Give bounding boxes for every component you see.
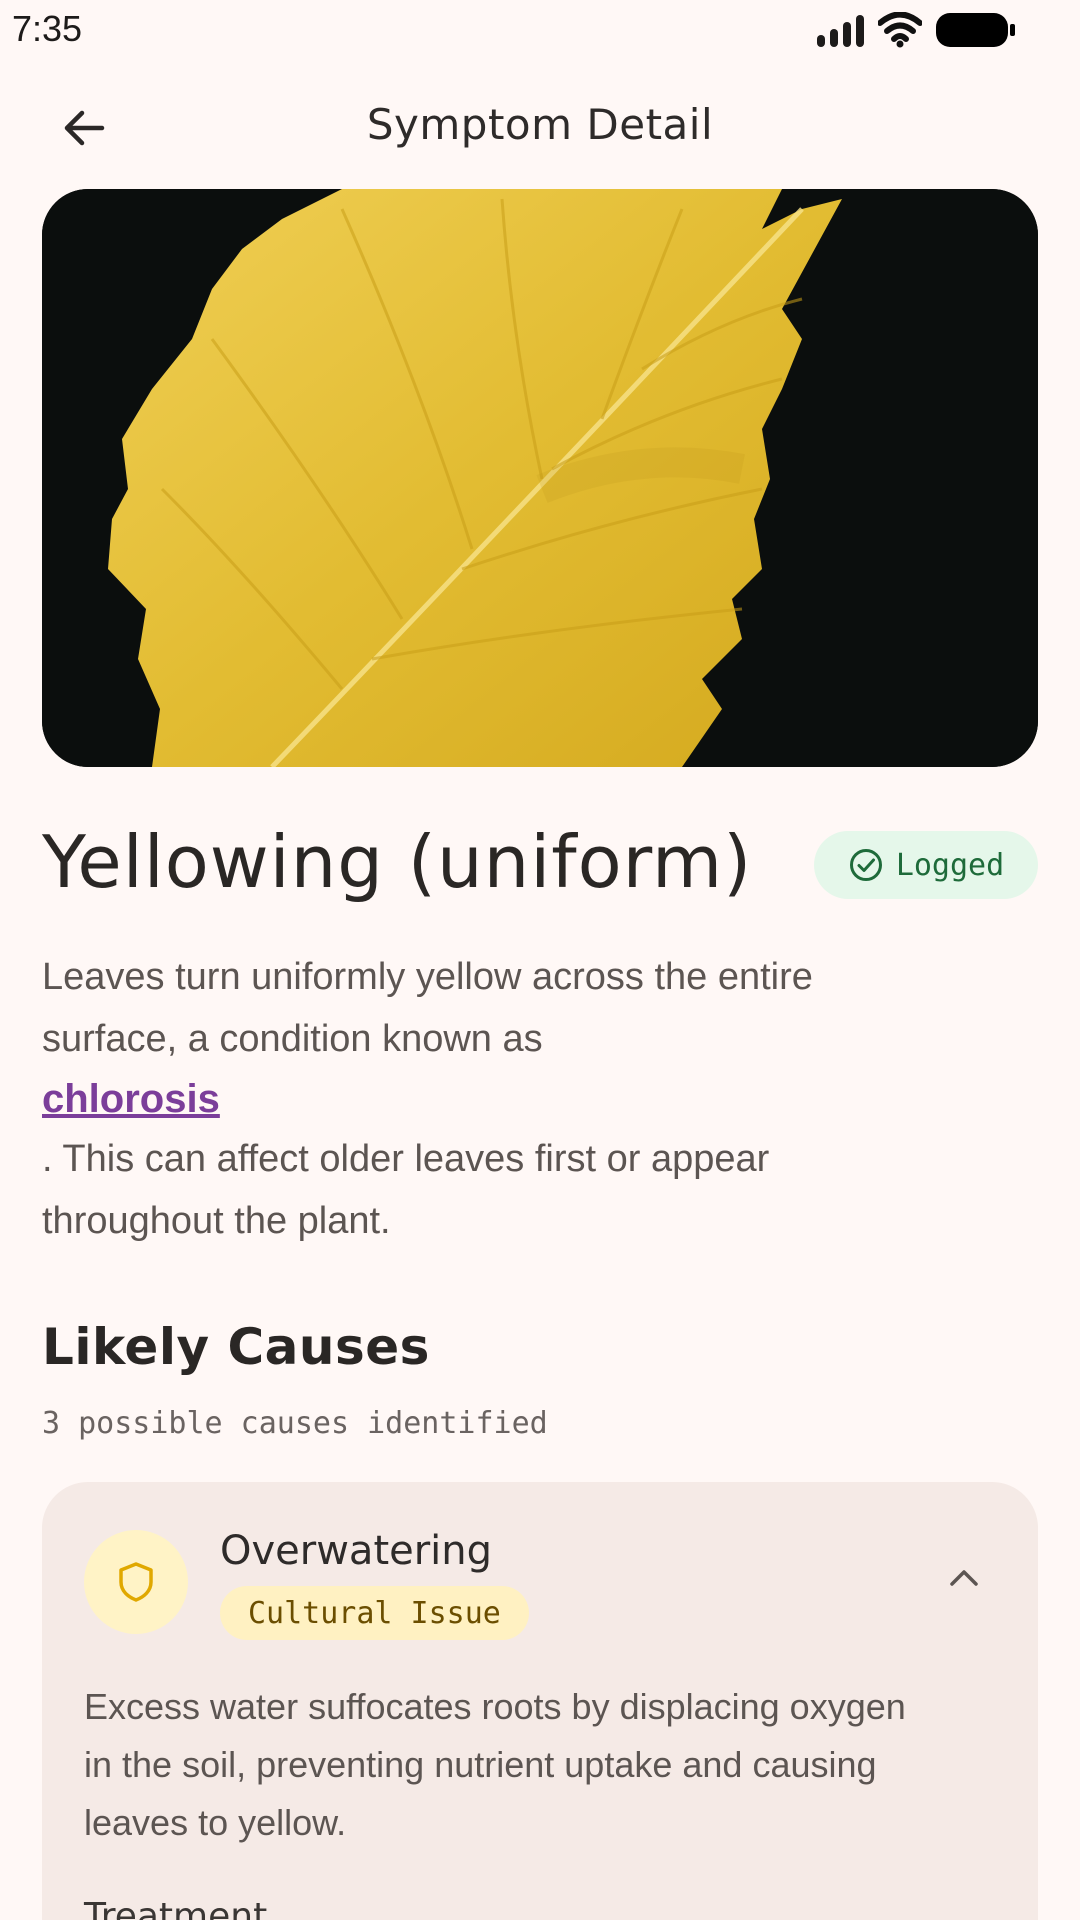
chevron-up-icon (950, 1570, 978, 1586)
cause-description: Excess water suffocates roots by displac… (84, 1678, 984, 1852)
symptom-description: Leaves turn uniformly yellow across the … (42, 946, 1002, 1252)
likely-causes-title: Likely Causes (42, 1318, 430, 1376)
collapse-button[interactable] (932, 1546, 996, 1610)
treatment-label: Treatment (84, 1896, 268, 1920)
chlorosis-link[interactable]: chlorosis (42, 1070, 1002, 1128)
description-line: surface, a condition known as (42, 1018, 543, 1060)
symptom-detail-screen: 7:35 Symptom Detail Yellowing (uniform) … (0, 0, 1080, 1920)
cause-icon-badge (84, 1530, 188, 1634)
description-line: throughout the plant. (42, 1200, 391, 1242)
top-app-bar: Symptom Detail (0, 62, 1080, 190)
description-line: . This can affect older leaves first or … (42, 1138, 770, 1180)
cause-card-overwatering[interactable]: Overwatering Cultural Issue Excess water… (42, 1482, 1038, 1920)
status-icons (817, 12, 1015, 48)
battery-icon (936, 13, 1015, 47)
symptom-title: Yellowing (uniform) (42, 820, 753, 904)
status-bar: 7:35 (0, 0, 1080, 62)
wifi-icon (878, 12, 922, 48)
logged-status-chip[interactable]: Logged (814, 831, 1038, 899)
logged-label: Logged (895, 847, 1005, 883)
symptom-image (42, 189, 1038, 767)
signal-icon (817, 13, 864, 47)
description-line: Leaves turn uniformly yellow across the … (42, 956, 813, 998)
cause-description-line: Excess water suffocates roots by displac… (84, 1686, 906, 1727)
check-circle-icon (849, 849, 882, 881)
causes-count: 3 possible causes identified (42, 1406, 548, 1441)
cause-name: Overwatering (220, 1528, 493, 1574)
status-time: 7:35 (12, 8, 83, 49)
cause-description-line: in the soil, preventing nutrient uptake … (84, 1744, 877, 1785)
shield-icon (119, 1562, 153, 1602)
cause-category-tag: Cultural Issue (220, 1586, 529, 1640)
page-title: Symptom Detail (366, 100, 714, 149)
yellow-leaf-photo (42, 189, 1038, 767)
cause-description-line: leaves to yellow. (84, 1802, 347, 1843)
